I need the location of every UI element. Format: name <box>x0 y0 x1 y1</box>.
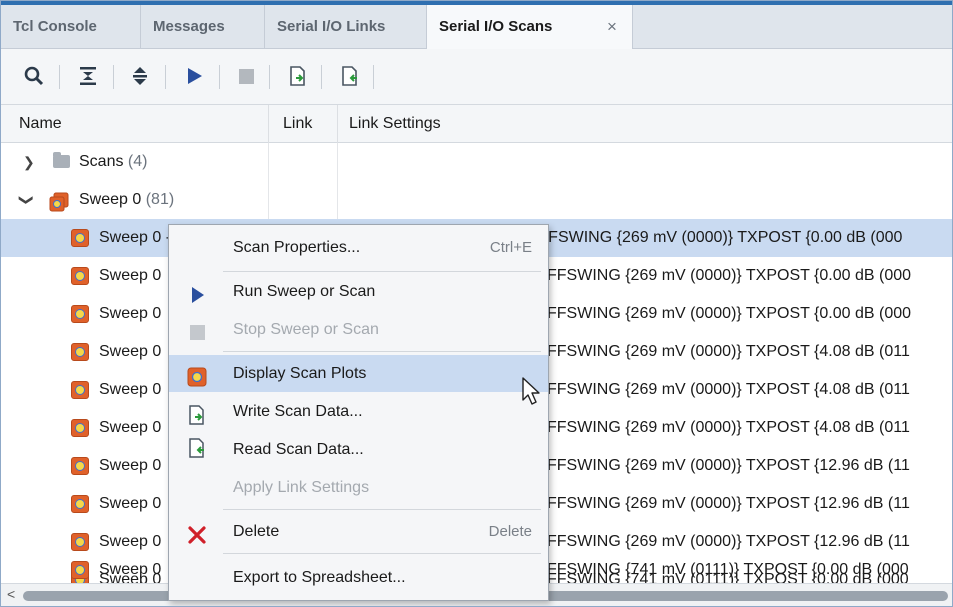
tab-messages[interactable]: Messages <box>141 5 265 49</box>
column-name[interactable]: Name <box>19 105 62 143</box>
scan-icon <box>71 419 89 437</box>
sweep-icon <box>49 189 69 212</box>
menu-item-apply-link-settings[interactable]: Apply Link Settings <box>169 469 548 506</box>
context-menu: Scan Properties... Ctrl+E Run Sweep or S… <box>168 224 549 601</box>
read-data-icon[interactable] <box>337 63 363 89</box>
menu-item-write-scan-data[interactable]: Write Scan Data... <box>169 393 548 430</box>
collapse-all-icon[interactable] <box>75 63 101 89</box>
menu-item-read-scan-data[interactable]: Read Scan Data... <box>169 431 548 468</box>
scan-icon <box>71 343 89 361</box>
menu-item-delete[interactable]: Delete Delete <box>169 513 548 550</box>
scan-icon <box>71 561 89 579</box>
column-link-settings[interactable]: Link Settings <box>349 105 441 143</box>
run-icon[interactable] <box>181 63 207 89</box>
scan-icon <box>71 457 89 475</box>
write-data-icon <box>187 402 207 425</box>
scroll-left-arrow[interactable]: < <box>7 586 15 602</box>
toolbar <box>1 49 952 105</box>
stop-icon[interactable] <box>233 63 259 89</box>
tab-label: Serial I/O Scans <box>439 18 553 35</box>
read-data-icon <box>187 435 207 458</box>
scan-icon <box>71 267 89 285</box>
folder-icon <box>53 152 70 168</box>
tab-bar: Tcl Console Messages Serial I/O Links Se… <box>1 1 952 50</box>
expand-all-icon[interactable] <box>127 63 153 89</box>
search-icon[interactable] <box>21 63 47 89</box>
menu-item-export-spreadsheet[interactable]: Export to Spreadsheet... <box>169 559 548 596</box>
run-icon <box>187 282 207 303</box>
scan-icon <box>71 533 89 551</box>
menu-item-stop-sweep[interactable]: Stop Sweep or Scan <box>169 311 548 348</box>
write-data-icon[interactable] <box>285 63 311 89</box>
delete-icon <box>187 522 207 544</box>
scan-icon <box>71 305 89 323</box>
tab-serial-io-scans[interactable]: Serial I/O Scans <box>427 5 633 50</box>
shortcut-label: Delete <box>488 523 532 540</box>
mouse-pointer-icon <box>521 376 543 411</box>
menu-item-run-sweep[interactable]: Run Sweep or Scan <box>169 273 548 310</box>
tab-tcl-console[interactable]: Tcl Console <box>1 5 141 49</box>
sweep-count: (81) <box>145 191 175 208</box>
serial-io-scans-window: Tcl Console Messages Serial I/O Links Se… <box>0 0 953 607</box>
menu-item-display-scan-plots[interactable]: Display Scan Plots <box>169 355 548 392</box>
table-header: Name Link Link Settings <box>1 105 952 143</box>
chevron-right-icon[interactable]: ❯ <box>23 143 35 181</box>
scan-icon <box>71 495 89 513</box>
column-link[interactable]: Link <box>283 105 312 143</box>
chevron-down-icon[interactable]: ❯ <box>8 194 46 206</box>
tree-row-sweep[interactable]: ❯ Sweep 0 (81) <box>1 181 952 219</box>
menu-item-scan-properties[interactable]: Scan Properties... Ctrl+E <box>169 229 548 266</box>
sweep-label: Sweep 0 <box>79 191 142 208</box>
scan-plot-icon <box>187 364 207 387</box>
tree-row-scans[interactable]: ❯ Scans (4) <box>1 143 952 181</box>
tab-close-icon[interactable]: × <box>607 5 617 49</box>
stop-icon <box>187 320 207 340</box>
scan-icon <box>71 381 89 399</box>
tab-serial-io-links[interactable]: Serial I/O Links <box>265 5 427 49</box>
scan-icon <box>71 229 89 247</box>
shortcut-label: Ctrl+E <box>489 239 532 256</box>
scans-count: (4) <box>127 153 148 170</box>
scans-label: Scans <box>79 153 124 170</box>
